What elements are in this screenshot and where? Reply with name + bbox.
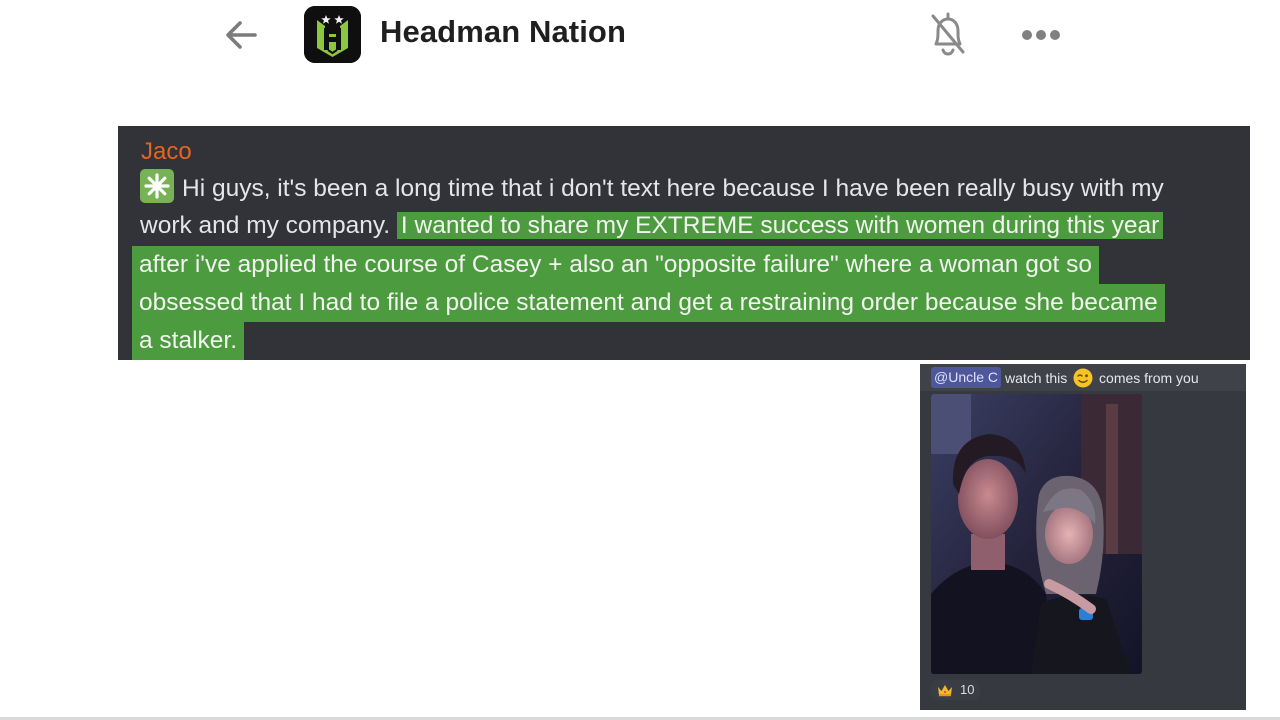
more-horizontal-icon: [1022, 30, 1060, 40]
user-mention[interactable]: @Uncle C: [931, 367, 1002, 388]
message-text: Hi guys, it's been a long time that i do…: [182, 175, 1164, 202]
back-button[interactable]: [218, 12, 264, 58]
wink-emoji-icon: [1073, 368, 1093, 388]
highlighted-line: obsessed that I had to file a police sta…: [132, 284, 1165, 322]
message-author[interactable]: Jaco: [141, 138, 192, 166]
top-bar: Headman Nation: [0, 0, 1280, 80]
message-screenshot: Jaco Hi guys, it's been a long time that…: [118, 126, 1250, 360]
photo-image: [931, 394, 1142, 674]
message-line: Hi guys, it's been a long time that i do…: [140, 169, 1164, 207]
message-text: work and my company.: [140, 212, 391, 239]
highlighted-line: after i've applied the course of Casey +…: [132, 246, 1099, 284]
back-arrow-icon: [226, 21, 257, 49]
highlighted-text: I wanted to share my EXTREME success wit…: [396, 212, 1164, 239]
bell-off-icon: [931, 12, 965, 56]
more-options-button[interactable]: [1016, 18, 1066, 52]
mute-button[interactable]: [924, 8, 972, 60]
message-line: work and my company. I wanted to share m…: [140, 207, 1164, 245]
reaction-count: 10: [960, 682, 975, 697]
headman-logo-icon: [304, 6, 361, 63]
channel-title: Headman Nation: [380, 14, 626, 49]
crown-emoji-icon: [938, 685, 952, 697]
sparkle-emoji-icon: [140, 169, 174, 203]
reply-text: watch this comes from you: [1005, 367, 1199, 389]
highlighted-line: a stalker.: [132, 322, 245, 360]
reply-header: @Uncle C watch this comes from you: [920, 364, 1246, 391]
server-logo[interactable]: [304, 6, 361, 63]
attached-photo[interactable]: [931, 394, 1142, 674]
reply-screenshot: @Uncle C watch this comes from you 10: [920, 364, 1246, 710]
reaction-chip[interactable]: 10: [931, 680, 981, 700]
